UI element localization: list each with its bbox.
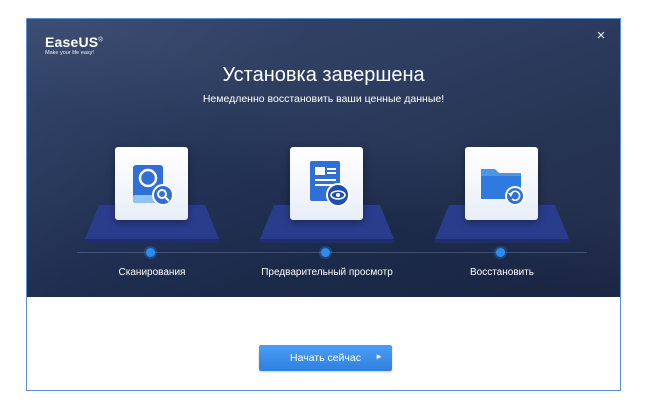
hero-banner: EaseUS® Make your life easy! × Установка… <box>27 19 620 297</box>
scan-search-icon <box>133 165 174 206</box>
close-icon[interactable]: × <box>594 28 608 43</box>
recover-folder-icon <box>481 169 525 206</box>
step-preview: Предварительный просмотр <box>252 139 402 289</box>
step-label-scan: Сканирования <box>118 267 186 278</box>
start-now-button[interactable]: Начать сейчас ► <box>259 345 392 371</box>
step-card <box>290 147 363 220</box>
step-label-recover: Восстановить <box>469 267 535 278</box>
step-card <box>115 147 188 220</box>
step-label-preview: Предварительный просмотр <box>261 267 393 278</box>
installer-window: EaseUS® Make your life easy! × Установка… <box>26 18 621 391</box>
step-card <box>465 147 538 220</box>
page-title: Установка завершена <box>222 64 425 86</box>
logo-tagline: Make your life easy! <box>45 50 94 56</box>
logo-brand: EaseUS® <box>45 34 103 50</box>
arrow-right-icon: ► <box>375 352 383 361</box>
step-recover: Восстановить <box>427 139 577 289</box>
step-scan: Сканирования <box>77 139 227 289</box>
start-now-label: Начать сейчас <box>290 352 361 364</box>
page-subtitle: Немедленно восстановить ваши ценные данн… <box>202 93 445 105</box>
easeus-logo: EaseUS® Make your life easy! <box>45 34 103 56</box>
preview-document-icon <box>310 161 350 207</box>
